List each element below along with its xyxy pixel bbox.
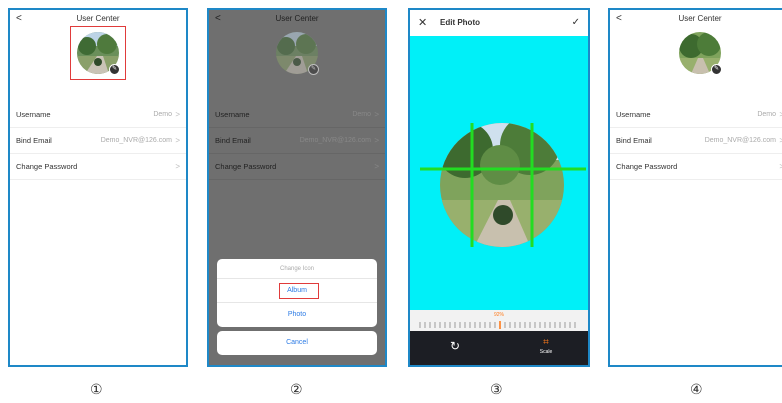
row-label: Bind Email: [215, 136, 251, 145]
chevron-right-icon: >: [374, 110, 379, 119]
screen-user-center-4: < User Center ✎ Username Demo > Bind Ema…: [608, 8, 782, 367]
row-label: Username: [215, 110, 250, 119]
back-icon[interactable]: <: [16, 10, 22, 28]
row-bind-email[interactable]: Bind Email Demo_NVR@126.com >: [610, 128, 782, 154]
row-username[interactable]: Username Demo >: [209, 102, 385, 128]
step-caption-4: ④: [690, 382, 703, 398]
row-value: Demo_NVR@126.com: [299, 137, 371, 144]
chevron-right-icon: >: [175, 162, 180, 171]
row-label: Username: [16, 110, 51, 119]
rotate-icon[interactable]: ↻: [450, 339, 460, 353]
edit-avatar-icon[interactable]: ✎: [711, 64, 722, 75]
edit-avatar-icon[interactable]: ✎: [308, 64, 319, 75]
zoom-percent: 92%: [493, 312, 504, 318]
screen-edit-photo: ✕ Edit Photo ✓ 92% ↻ ⌗ Scale: [408, 8, 590, 367]
back-icon[interactable]: <: [616, 10, 622, 28]
highlight-box: [279, 283, 319, 299]
header: < User Center: [610, 10, 782, 28]
header: < User Center: [209, 10, 385, 28]
settings-list: Username Demo > Bind Email Demo_NVR@126.…: [610, 102, 782, 180]
step-caption-3: ③: [490, 382, 503, 398]
page-title: User Center: [275, 14, 319, 23]
crop-photo: [420, 123, 586, 247]
action-sheet: Change Icon Album Photo: [217, 259, 377, 327]
album-option[interactable]: Album: [217, 279, 377, 303]
screen-user-center-2: < User Center ✎ Username Demo > Bind Ema…: [207, 8, 387, 367]
crop-area[interactable]: [410, 105, 588, 265]
chevron-right-icon: >: [175, 136, 180, 145]
row-label: Change Password: [616, 162, 678, 171]
avatar[interactable]: ✎: [276, 32, 319, 75]
row-value: Demo_NVR@126.com: [100, 137, 172, 144]
row-change-password[interactable]: Change Password >: [610, 154, 782, 180]
step-caption-1: ①: [90, 382, 103, 398]
screen-user-center-1: < User Center ✎ Username Demo > Bind Ema…: [8, 8, 188, 367]
settings-list: Username Demo > Bind Email Demo_NVR@126.…: [10, 102, 186, 180]
scale-label: Scale: [539, 349, 553, 355]
confirm-icon[interactable]: ✓: [572, 10, 580, 36]
avatar[interactable]: ✎: [679, 32, 722, 75]
page-title: User Center: [76, 14, 120, 23]
row-bind-email[interactable]: Bind Email Demo_NVR@126.com >: [209, 128, 385, 154]
scale-button[interactable]: ⌗ Scale: [536, 337, 556, 355]
avatar[interactable]: ✎: [70, 26, 126, 80]
row-change-password[interactable]: Change Password >: [10, 154, 186, 180]
row-label: Bind Email: [16, 136, 52, 145]
page-title: User Center: [678, 14, 722, 23]
photo-option-label: Photo: [287, 311, 307, 318]
chevron-right-icon: >: [374, 162, 379, 171]
scale-icon: ⌗: [543, 337, 549, 348]
row-label: Username: [616, 110, 651, 119]
step-caption-2: ②: [290, 382, 303, 398]
header: ✕ Edit Photo ✓: [410, 10, 588, 36]
row-username[interactable]: Username Demo >: [10, 102, 186, 128]
row-username[interactable]: Username Demo >: [610, 102, 782, 128]
edit-toolbar: ↻ ⌗ Scale: [410, 331, 588, 365]
row-label: Bind Email: [616, 136, 652, 145]
row-label: Change Password: [215, 162, 277, 171]
zoom-ticks: [419, 321, 576, 329]
highlight-box: [70, 26, 126, 80]
action-sheet-title: Change Icon: [217, 259, 377, 279]
chevron-right-icon: >: [175, 110, 180, 119]
chevron-right-icon: >: [374, 136, 379, 145]
row-label: Change Password: [16, 162, 78, 171]
zoom-slider[interactable]: 92%: [410, 310, 588, 332]
photo-option[interactable]: Photo: [217, 303, 377, 327]
row-value: Demo: [153, 111, 172, 118]
row-value: Demo_NVR@126.com: [704, 137, 776, 144]
row-bind-email[interactable]: Bind Email Demo_NVR@126.com >: [10, 128, 186, 154]
back-icon[interactable]: <: [215, 10, 221, 28]
page-title: Edit Photo: [440, 18, 480, 27]
close-icon[interactable]: ✕: [418, 10, 427, 36]
row-change-password[interactable]: Change Password >: [209, 154, 385, 180]
settings-list: Username Demo > Bind Email Demo_NVR@126.…: [209, 102, 385, 180]
row-value: Demo: [352, 111, 371, 118]
cancel-button[interactable]: Cancel: [217, 331, 377, 355]
row-value: Demo: [757, 111, 776, 118]
